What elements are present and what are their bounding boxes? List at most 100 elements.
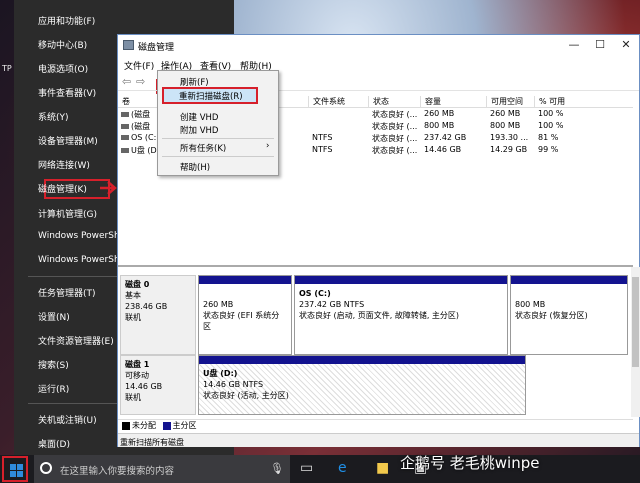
cell-free-space: 260 MB [490,109,521,118]
submenu-arrow-icon: › [266,141,270,151]
winx-item-shutdown[interactable]: 关机或注销(U) [38,413,97,426]
disk-1-label[interactable]: 磁盘 1 可移动 14.46 GB 联机 [120,355,196,415]
taskbar-search-box[interactable]: 在这里输入你要搜索的内容 🎙 [34,455,290,483]
winx-item-device-manager[interactable]: 设备管理器(M) [38,134,98,147]
cell-free-space: 14.29 GB [490,145,528,154]
partition-status: 状态良好 (启动, 页面文件, 故障转储, 主分区) [299,311,460,320]
title-bar[interactable]: 磁盘管理 — ☐ ✕ [118,35,639,57]
cell-percent-free: 100 % [538,109,564,118]
primary-partition-bar [295,276,507,284]
close-button[interactable]: ✕ [613,37,639,53]
cell-status: 状态良好 (... [372,146,418,155]
col-header-status[interactable]: 状态 [368,96,389,108]
cell-percent-free: 99 % [538,145,559,154]
menu-item-rescan-disks[interactable]: 重新扫描磁盘(R) [179,90,243,102]
primary-partition-bar [199,276,291,284]
legend-unallocated-swatch [122,421,130,430]
winx-item-file-explorer[interactable]: 文件资源管理器(E) [38,334,114,347]
volume-icon [121,135,129,140]
search-placeholder: 在这里输入你要搜索的内容 [60,466,175,477]
menu-separator [162,138,274,139]
cell-filesystem: NTFS [312,145,333,154]
disk-1-state: 联机 [125,393,141,402]
windows-logo-icon [10,464,23,477]
menu-separator [162,156,274,157]
col-header-filesystem[interactable]: 文件系统 [308,96,345,108]
partition-os-c[interactable]: OS (C:) 237.42 GB NTFS 状态良好 (启动, 页面文件, 故… [294,275,508,355]
desktop-text-fragment: TP [2,64,12,73]
disk-1-size: 14.46 GB [125,382,163,391]
volume-icon [121,112,129,117]
taskbar: 在这里输入你要搜索的内容 🎙 ▭ e ■ ▣ [0,455,640,483]
cell-capacity: 14.46 GB [424,145,462,154]
file-explorer-icon[interactable]: ■ [376,460,389,476]
partition-status: 状态良好 (活动, 主分区) [203,391,289,400]
start-button[interactable] [2,456,28,482]
menu-file[interactable]: 文件(F) [124,59,154,72]
cell-filesystem: NTFS [312,133,333,142]
volume-icon [121,124,129,129]
cell-percent-free: 81 % [538,133,559,142]
edge-browser-icon[interactable]: e [338,460,347,476]
partition-usb-d[interactable]: U盘 (D:) 14.46 GB NTFS 状态良好 (活动, 主分区) [198,355,526,415]
disk-management-app-icon [123,40,134,50]
winx-item-event-viewer[interactable]: 事件查看器(V) [38,86,96,99]
col-header-volume[interactable]: 卷 [118,96,130,108]
cell-volume: (磁盘 [121,121,150,132]
winx-item-mobility-center[interactable]: 移动中心(B) [38,38,87,51]
winx-item-system[interactable]: 系统(Y) [38,110,69,123]
cell-capacity: 237.42 GB [424,133,467,142]
legend-primary-swatch [162,421,171,430]
cell-status: 状态良好 (... [372,122,418,131]
winx-item-task-manager[interactable]: 任务管理器(T) [38,286,96,299]
partition-size: 237.42 GB NTFS [299,300,365,309]
partition-recovery[interactable]: 800 MB 状态良好 (恢复分区) [510,275,628,355]
winx-item-disk-management[interactable]: 磁盘管理(K) [38,182,87,195]
winx-item-search[interactable]: 搜索(S) [38,358,69,371]
task-view-icon[interactable]: ▭ [300,460,313,476]
primary-partition-bar [199,356,525,364]
partition-size: 260 MB [203,300,234,309]
winx-item-apps-features[interactable]: 应用和功能(F) [38,14,95,27]
col-header-percent-free[interactable]: % 可用 [534,96,565,108]
microphone-icon[interactable]: 🎙 [270,462,284,475]
cell-volume: (磁盘 [121,109,150,120]
disk-0-name: 磁盘 0 [125,280,150,289]
disk-1-type: 可移动 [125,371,149,380]
menu-item-create-vhd[interactable]: 创建 VHD [180,111,218,123]
winx-item-desktop[interactable]: 桌面(D) [38,437,70,450]
back-arrow-icon[interactable]: ⇦ [122,75,131,88]
menu-item-attach-vhd[interactable]: 附加 VHD [180,124,218,136]
action-dropdown-menu: 刷新(F) 创建 VHD 附加 VHD 所有任务(K) › 帮助(H) [157,70,279,176]
cell-volume: U盘 (D [121,145,157,156]
winx-item-network-connections[interactable]: 网络连接(W) [38,158,90,171]
winx-item-run[interactable]: 运行(R) [38,382,69,395]
col-header-free-space[interactable]: 可用空间 [486,96,523,108]
menu-item-all-tasks[interactable]: 所有任务(K) [180,142,226,154]
forward-arrow-icon[interactable]: ⇨ [136,75,145,88]
disk-0-label[interactable]: 磁盘 0 基本 238.46 GB 联机 [120,275,196,355]
cell-capacity: 260 MB [424,109,455,118]
cell-percent-free: 100 % [538,121,564,130]
col-header-capacity[interactable]: 容量 [420,96,441,108]
legend: 未分配 主分区 [118,419,633,433]
cortana-icon [40,462,52,474]
maximize-button[interactable]: ☐ [587,37,613,53]
status-bar: 重新扫描所有磁盘 [118,433,639,447]
window-title: 磁盘管理 [138,43,175,53]
cell-free-space: 193.30 ... [490,133,529,142]
winx-item-computer-management[interactable]: 计算机管理(G) [38,207,97,220]
partition-efi[interactable]: 260 MB 状态良好 (EFI 系统分区 [198,275,292,355]
primary-partition-bar [511,276,627,284]
scrollbar-thumb[interactable] [632,277,639,367]
winx-item-settings[interactable]: 设置(N) [38,310,70,323]
cell-capacity: 800 MB [424,121,455,130]
winx-item-power-options[interactable]: 电源选项(O) [38,62,88,75]
disk-0-state: 联机 [125,313,141,322]
minimize-button[interactable]: — [561,37,587,53]
disk-1-name: 磁盘 1 [125,360,150,369]
partition-size: 800 MB [515,300,546,309]
disk-0-size: 238.46 GB [125,302,168,311]
menu-item-help[interactable]: 帮助(H) [180,161,210,173]
vertical-scrollbar[interactable] [631,267,640,417]
